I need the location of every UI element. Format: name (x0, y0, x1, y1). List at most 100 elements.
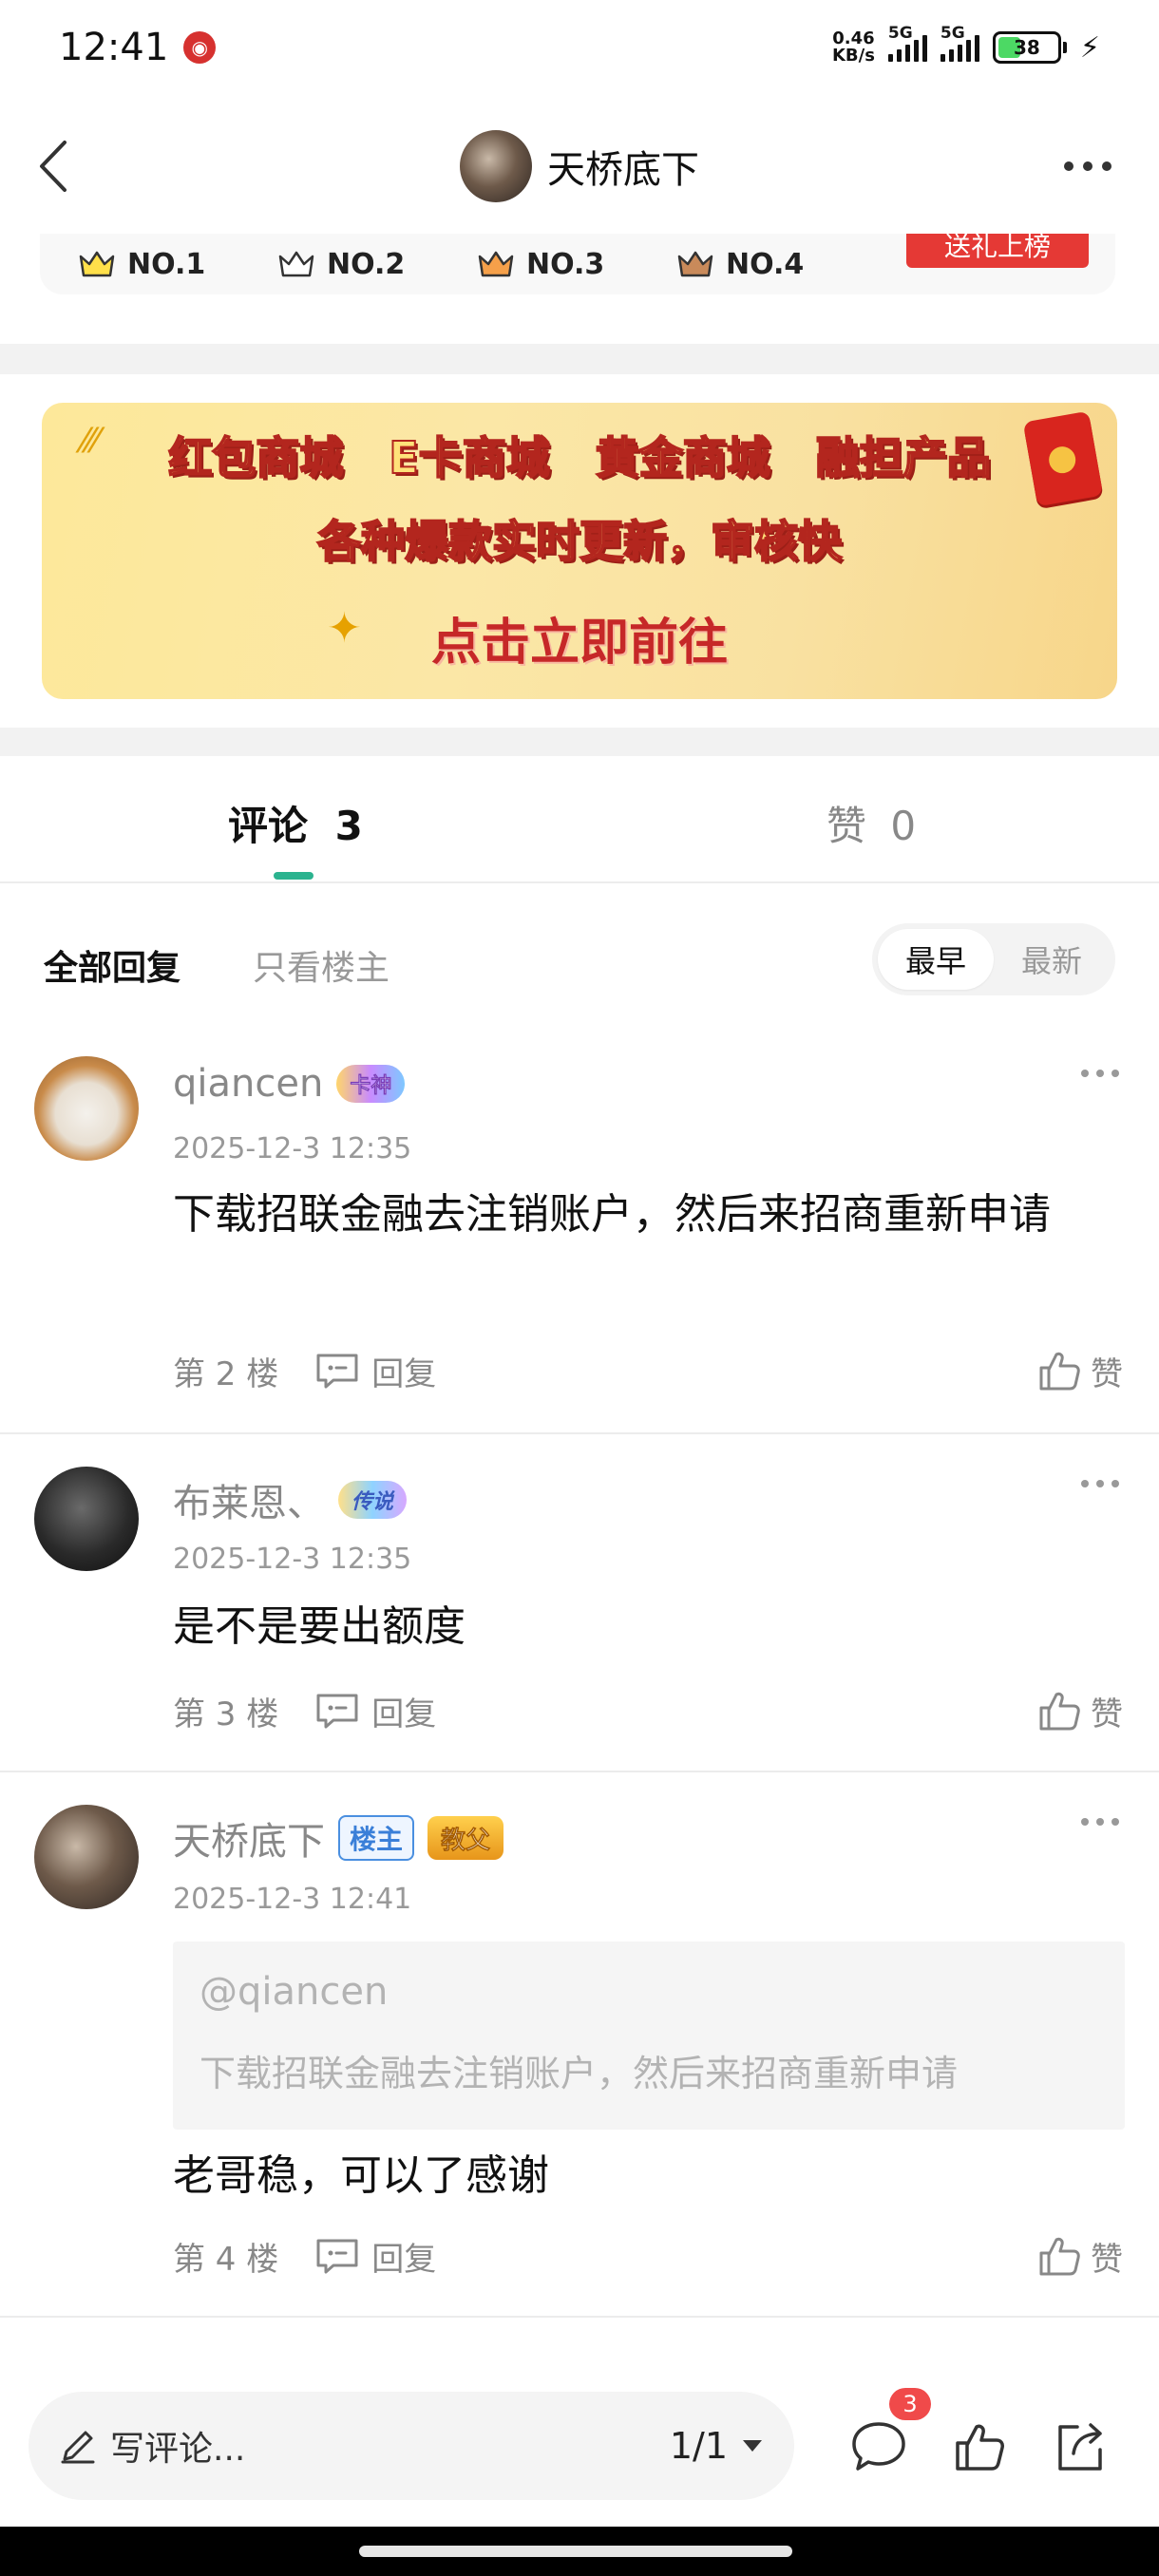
section-divider (0, 728, 1159, 756)
signal-label: 5G (940, 24, 965, 43)
action-icons: 3 (836, 2388, 1140, 2492)
like-button[interactable]: 赞 (1037, 2233, 1123, 2280)
filter-all-replies[interactable]: 全部回复 (44, 940, 180, 990)
banner-item: 红包商城 (167, 431, 344, 484)
sort-earliest[interactable]: 最早 (878, 929, 994, 990)
banner-subtitle: 各种爆款实时更新，审核快 (316, 515, 843, 568)
comment-username[interactable]: 天桥底下 (173, 1810, 325, 1866)
sort-latest[interactable]: 最新 (994, 929, 1110, 990)
crown-bronze-icon (478, 251, 514, 277)
filter-row: 全部回复 只看楼主 最早 最新 (0, 912, 1159, 1007)
battery-icon: 38 (992, 31, 1061, 64)
reply-button[interactable]: 回复 (314, 1688, 436, 1734)
comments-button[interactable]: 3 (836, 2388, 931, 2492)
share-button[interactable] (1037, 2401, 1123, 2492)
gift-rank-button[interactable]: 送礼上榜 (906, 234, 1089, 268)
section-divider (0, 344, 1159, 374)
thumbs-up-icon (1039, 2237, 1080, 2276)
like-label: 赞 (1091, 1354, 1123, 1393)
comment-username[interactable]: qiancen (173, 1062, 323, 1106)
avatar[interactable] (34, 1056, 139, 1161)
floor-number: 第 2 楼 (173, 1354, 279, 1393)
back-button[interactable] (25, 133, 82, 199)
banner-items: 红包商城 E卡商城 黄金商城 融担产品 (42, 424, 1117, 486)
comment-more-button[interactable] (1081, 1818, 1119, 1826)
tab-likes[interactable]: 赞 0 (826, 794, 916, 852)
sort-toggle: 最早 最新 (872, 923, 1115, 995)
more-options-button[interactable] (1054, 142, 1121, 190)
comment-tabs: 评论 3 赞 0 (0, 756, 1159, 883)
page-title: 天桥底下 (547, 148, 699, 192)
write-comment-placeholder: 写评论... (110, 2430, 246, 2469)
header-user[interactable]: 天桥底下 (460, 130, 699, 202)
user-badge[interactable]: 教父 (428, 1816, 504, 1860)
filter-op-only[interactable]: 只看楼主 (253, 940, 390, 990)
comment-time: 2025-12-3 12:41 (173, 1883, 412, 1916)
status-bar: 12:41 ◉ 0.46 KB/s 5G 5G 38 ⚡ (0, 0, 1159, 95)
reply-icon (316, 2239, 358, 2274)
comment-username[interactable]: 布莱恩、 (173, 1472, 325, 1527)
active-tab-indicator (274, 872, 314, 880)
status-time: 12:41 (59, 26, 169, 69)
comment-body: 是不是要出额度 (173, 1602, 466, 1651)
signal-icon: 5G (887, 24, 927, 62)
like-button[interactable]: 赞 (1037, 1348, 1123, 1394)
app-notification-icon: ◉ (183, 31, 217, 64)
home-indicator[interactable] (359, 2546, 792, 2557)
share-icon (1058, 2423, 1102, 2471)
promo-banner[interactable]: ⁄⁄⁄ 红包商城 E卡商城 黄金商城 融担产品 各种爆款实时更新，审核快 ✦ 点… (42, 403, 1117, 699)
quoted-username: @qiancen (200, 1970, 389, 2014)
charging-icon: ⚡ (1079, 30, 1100, 65)
tab-likes-label: 赞 (826, 803, 867, 849)
avatar[interactable] (460, 130, 532, 202)
user-badge[interactable]: 传说 (338, 1481, 408, 1519)
banner-item: E卡商城 (388, 431, 550, 484)
comment-body: 下载招联金融去注销账户，然后来招商重新申请 (173, 1190, 1051, 1239)
reply-label: 回复 (371, 2240, 437, 2279)
comment-more-button[interactable] (1081, 1070, 1119, 1077)
page-selector[interactable]: 1/1 (670, 2392, 775, 2500)
rank-item[interactable]: NO.2 (277, 248, 477, 281)
reply-button[interactable]: 回复 (314, 1348, 436, 1394)
comment-time: 2025-12-3 12:35 (173, 1543, 412, 1576)
system-nav-area (0, 2527, 1159, 2576)
op-badge: 楼主 (338, 1815, 415, 1861)
quoted-text: 下载招联金融去注销账户，然后来招商重新申请 (200, 2053, 959, 2094)
rank-label: NO.1 (127, 247, 206, 281)
page-header: 天桥底下 (0, 114, 1159, 218)
quoted-comment[interactable]: @qiancen 下载招联金融去注销账户，然后来招商重新申请 (173, 1941, 1125, 2130)
comment-more-button[interactable] (1081, 1480, 1119, 1487)
battery-level: 38 (1014, 36, 1040, 59)
like-button[interactable]: 赞 (1037, 1688, 1123, 1734)
reply-label: 回复 (371, 1695, 437, 1733)
signal-icon: 5G (940, 24, 979, 62)
reply-button[interactable]: 回复 (314, 2233, 436, 2280)
tab-likes-count: 0 (890, 803, 917, 849)
rank-item[interactable]: NO.1 (78, 248, 277, 281)
write-comment-input[interactable]: 写评论... 1/1 (28, 2392, 794, 2500)
comment-time: 2025-12-3 12:35 (173, 1132, 412, 1165)
thumbs-up-icon (1039, 1352, 1080, 1391)
user-badge[interactable]: 卡神 (336, 1065, 406, 1103)
crown-icon (677, 251, 713, 277)
rank-label: NO.3 (526, 247, 605, 281)
crown-silver-icon (278, 251, 314, 277)
rank-label: NO.4 (726, 247, 805, 281)
signal-label: 5G (887, 24, 913, 43)
tab-comments[interactable]: 评论 3 (228, 794, 363, 852)
banner-cta[interactable]: 点击立即前往 (431, 602, 728, 673)
comment-item: 布莱恩、 传说 2025-12-3 12:35 是不是要出额度 第 3 楼 回复… (0, 1467, 1159, 1772)
comment-bubble-icon (852, 2422, 905, 2471)
tab-comments-count: 3 (334, 803, 363, 849)
comment-body: 老哥稳，可以了感谢 (173, 2151, 549, 2200)
rank-item[interactable]: NO.4 (676, 248, 876, 281)
avatar[interactable] (34, 1467, 139, 1571)
avatar[interactable] (34, 1805, 139, 1909)
rank-label: NO.2 (327, 247, 406, 281)
like-post-button[interactable] (937, 2401, 1022, 2492)
page-indicator: 1/1 (669, 2425, 728, 2467)
thumbs-up-icon (1039, 1692, 1080, 1731)
rank-item[interactable]: NO.3 (477, 248, 676, 281)
status-indicators: 0.46 KB/s 5G 5G 38 ⚡ (832, 24, 1100, 65)
comment-item: qiancen 卡神 2025-12-3 12:35 下载招联金融去注销账户，然… (0, 1056, 1159, 1434)
